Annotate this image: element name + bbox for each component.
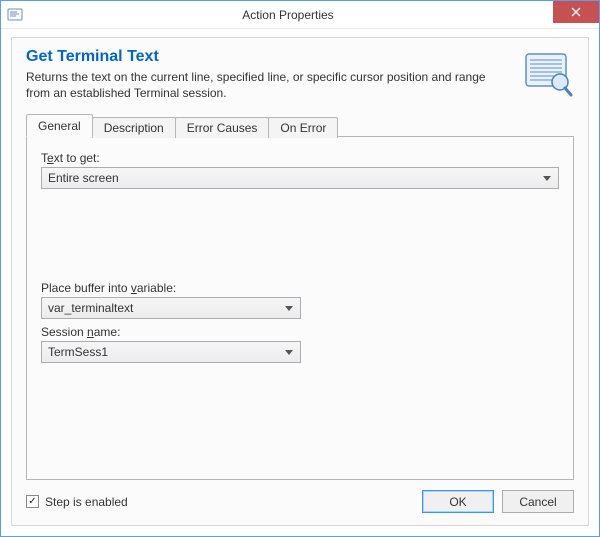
chevron-down-icon xyxy=(540,171,554,185)
action-description: Returns the text on the current line, sp… xyxy=(26,69,512,101)
chevron-down-icon xyxy=(282,345,296,359)
tab-body-general: Text to get: Entire screen Place buffer … xyxy=(26,136,574,480)
session-name-label: Session name: xyxy=(41,325,559,339)
buffer-variable-combo[interactable]: var_terminaltext xyxy=(41,297,301,319)
checkbox-icon: ✓ xyxy=(26,495,39,508)
main-panel: Get Terminal Text Returns the text on th… xyxy=(11,37,589,526)
ok-button[interactable]: OK xyxy=(422,490,494,513)
cancel-button[interactable]: Cancel xyxy=(502,490,574,513)
app-icon xyxy=(7,7,23,23)
text-to-get-value: Entire screen xyxy=(48,171,540,185)
tab-general[interactable]: General xyxy=(26,114,93,137)
cancel-button-label: Cancel xyxy=(519,495,556,509)
tab-description-label: Description xyxy=(104,121,164,135)
ok-button-label: OK xyxy=(449,495,466,509)
text-to-get-label: Text to get: xyxy=(41,151,559,165)
tab-description[interactable]: Description xyxy=(92,117,176,138)
tab-error-causes-label: Error Causes xyxy=(187,121,258,135)
session-name-value: TermSess1 xyxy=(48,345,282,359)
step-enabled-checkbox[interactable]: ✓ Step is enabled xyxy=(26,495,128,509)
dialog-window: Action Properties Get Terminal Text Retu… xyxy=(0,0,600,537)
session-name-combo[interactable]: TermSess1 xyxy=(41,341,301,363)
tabs-container: General Description Error Causes On Erro… xyxy=(12,113,588,480)
action-title: Get Terminal Text xyxy=(26,48,512,66)
buffer-variable-value: var_terminaltext xyxy=(48,301,282,315)
window-title: Action Properties xyxy=(23,8,599,22)
tab-general-label: General xyxy=(38,119,81,133)
tab-on-error-label: On Error xyxy=(280,121,326,135)
close-button[interactable] xyxy=(553,1,599,23)
step-enabled-label: Step is enabled xyxy=(45,495,128,509)
titlebar: Action Properties xyxy=(1,1,599,29)
buffer-variable-label: Place buffer into variable: xyxy=(41,281,559,295)
field-text-to-get: Text to get: Entire screen xyxy=(41,151,559,189)
tab-on-error[interactable]: On Error xyxy=(268,117,338,138)
tab-strip: General Description Error Causes On Erro… xyxy=(26,113,574,137)
footer: ✓ Step is enabled OK Cancel xyxy=(12,480,588,525)
terminal-icon xyxy=(522,48,574,100)
chevron-down-icon xyxy=(282,301,296,315)
header-section: Get Terminal Text Returns the text on th… xyxy=(12,38,588,113)
text-to-get-combo[interactable]: Entire screen xyxy=(41,167,559,189)
field-session-name: Session name: TermSess1 xyxy=(41,325,559,363)
content-area: Get Terminal Text Returns the text on th… xyxy=(1,29,599,536)
field-buffer-variable: Place buffer into variable: var_terminal… xyxy=(41,281,559,319)
header-text: Get Terminal Text Returns the text on th… xyxy=(26,48,522,101)
tab-error-causes[interactable]: Error Causes xyxy=(175,117,270,138)
